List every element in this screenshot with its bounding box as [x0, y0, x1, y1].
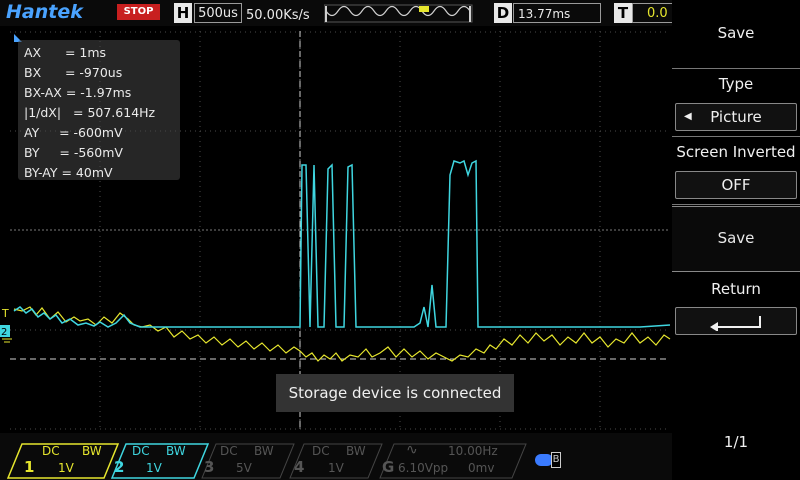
cursor-measurement-panel: AX = 1ms BX = -970us BX-AX = -1.97ms |1/…: [18, 40, 180, 180]
channel-2-indicator[interactable]: 2 DC BW 1V: [114, 444, 204, 477]
generator-frequency: 10.00Hz: [448, 444, 498, 458]
channel-1-indicator[interactable]: 1 DC BW 1V: [24, 444, 114, 477]
screen-inverted-label: Screen Inverted: [676, 143, 796, 161]
brand-logo: Hantek: [6, 1, 83, 23]
generator-indicator[interactable]: G ∿ 10.00Hz 6.10Vpp 0mv: [382, 442, 522, 477]
timebase-box[interactable]: 500us: [194, 3, 242, 23]
ch3-coupling: DC: [220, 444, 238, 458]
menu-divider: [672, 204, 800, 205]
timebase-value: 500us: [198, 6, 238, 21]
run-stop-badge[interactable]: STOP: [117, 4, 160, 20]
ch1-number: 1: [24, 458, 35, 476]
channel-4-indicator[interactable]: 4 DC BW 1V: [294, 444, 384, 477]
triangle-left-icon: ◀: [684, 111, 692, 122]
generator-offset: 0mv: [468, 461, 495, 475]
usb-device-icon: B: [535, 452, 561, 468]
delay-value: 13.77ms: [518, 7, 571, 21]
return-label: Return: [711, 280, 761, 298]
menu-divider: [672, 136, 800, 137]
return-button[interactable]: [675, 307, 797, 335]
ch1-bw: BW: [82, 444, 102, 458]
ch4-number: 4: [294, 458, 305, 476]
ch4-bw: BW: [346, 444, 366, 458]
ch2-number: 2: [114, 458, 125, 476]
ch1-scale: 1V: [58, 461, 74, 475]
ch3-number: 3: [204, 458, 215, 476]
memory-depth-indicator: [324, 4, 473, 23]
meas-by: BY = -560mV: [24, 145, 123, 160]
ch2-bw: BW: [166, 444, 186, 458]
delay-tag: D: [494, 3, 512, 23]
meas-frequency: |1/dX| = 507.614Hz: [24, 105, 156, 120]
type-value: Picture: [710, 108, 762, 126]
menu-title: Save: [717, 24, 755, 42]
svg-text:T: T: [1, 307, 9, 320]
timebase-tag: H: [174, 3, 192, 23]
trigger-box[interactable]: 0.0: [632, 3, 672, 23]
menu-divider: [672, 68, 800, 69]
ch2-marker-label: 2: [1, 327, 7, 338]
meas-ax: AX = 1ms: [24, 45, 107, 60]
sine-wave-icon: ∿: [406, 442, 418, 458]
type-label: Type: [718, 75, 754, 93]
sample-rate: 50.00Ks/s: [246, 8, 310, 23]
ch3-bw: BW: [254, 444, 274, 458]
ch2-scale: 1V: [146, 461, 162, 475]
trigger-level: 0.0: [647, 6, 668, 21]
channel-markers[interactable]: T 2: [0, 305, 20, 345]
save-button[interactable]: Save: [672, 206, 800, 272]
ch4-scale: 1V: [328, 461, 344, 475]
ch2-coupling: DC: [132, 444, 150, 458]
meas-bx-ax: BX-AX = -1.97ms: [24, 85, 132, 100]
generator-tag: G: [382, 458, 395, 476]
ch1-coupling: DC: [42, 444, 60, 458]
ch4-coupling: DC: [312, 444, 330, 458]
ch3-scale: 5V: [236, 461, 252, 475]
trigger-tag: T: [614, 3, 632, 23]
generator-amplitude: 6.10Vpp: [398, 461, 449, 475]
meas-bx: BX = -970us: [24, 65, 123, 80]
storage-toast: Storage device is connected: [276, 374, 514, 412]
delay-box[interactable]: 13.77ms: [513, 3, 601, 23]
meas-by-ay: BY-AY = 40mV: [24, 165, 113, 180]
menu-page-indicator: 1/1: [723, 433, 749, 451]
channel-3-indicator[interactable]: 3 DC BW 5V: [204, 444, 294, 477]
type-select[interactable]: ◀ Picture: [675, 103, 797, 131]
screen-inverted-toggle[interactable]: OFF: [675, 171, 797, 199]
meas-ay: AY = -600mV: [24, 125, 123, 140]
return-arrow-icon: [710, 316, 761, 332]
